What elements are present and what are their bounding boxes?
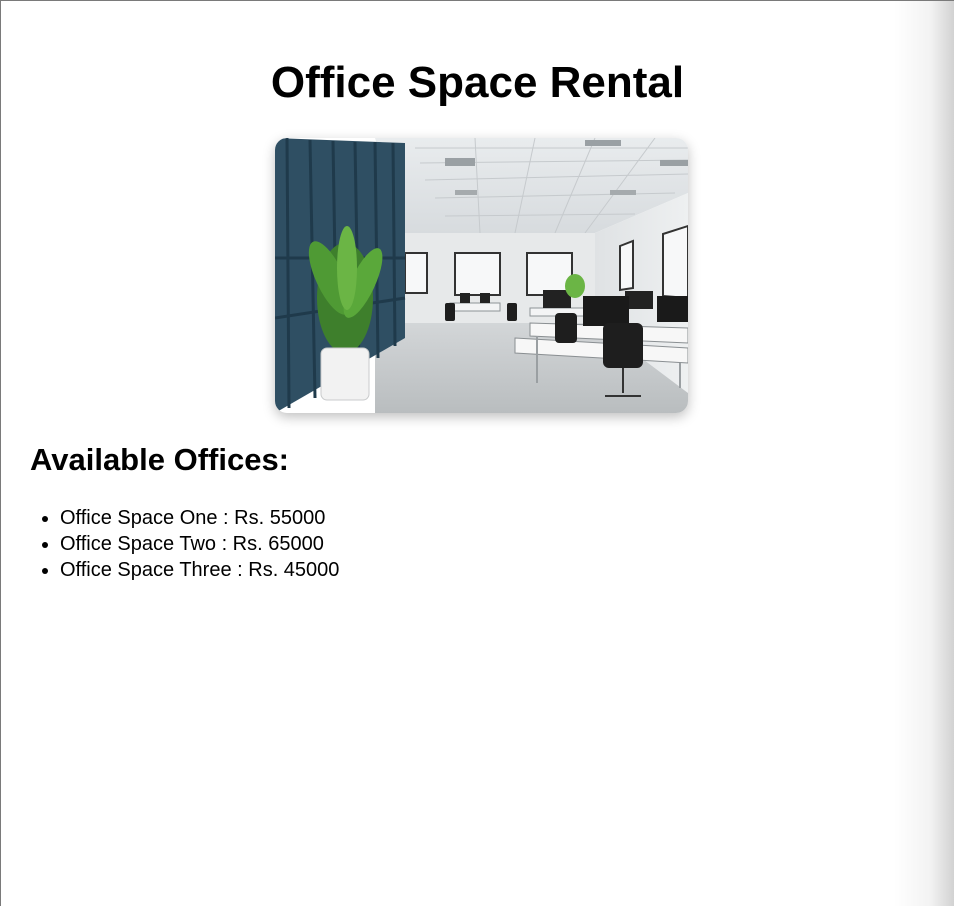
list-item: Office Space Three : Rs. 45000 [60,557,339,583]
list-item: Office Space Two : Rs. 65000 [60,531,339,557]
office-list: Office Space One : Rs. 55000 Office Spac… [30,505,339,583]
available-offices-heading: Available Offices: [30,442,290,477]
office-photo [275,138,688,413]
page-frame: Office Space Rental Available Offices: •… [0,0,954,906]
window-edge-shadow [894,1,954,906]
page-title: Office Space Rental [270,58,685,107]
list-item: Office Space One : Rs. 55000 [60,505,339,531]
